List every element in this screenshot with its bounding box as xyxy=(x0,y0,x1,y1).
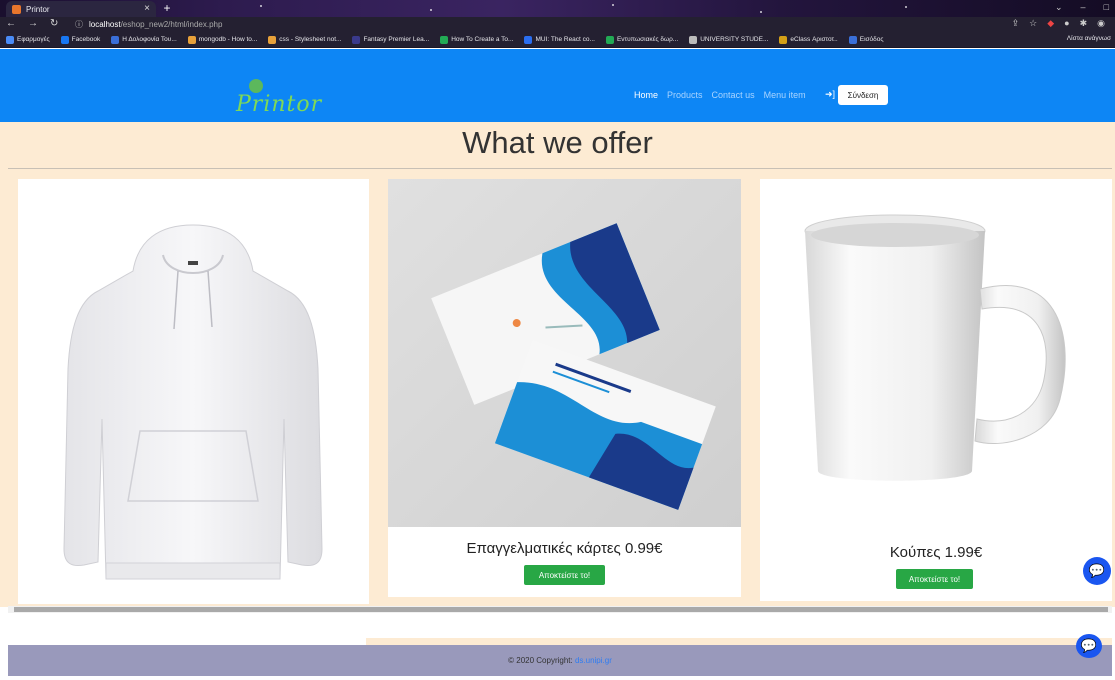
page-title: What we offer xyxy=(462,125,653,160)
site-footer: © 2020 Copyright: ds.unipi.gr xyxy=(8,645,1112,676)
back-icon[interactable]: ← xyxy=(6,18,16,29)
bookmark-favicon-icon xyxy=(440,35,449,44)
browser-tab-strip: Printor × + ⌄ – □ xyxy=(0,0,1115,17)
heading-divider xyxy=(8,168,1112,169)
bookmark-favicon-icon xyxy=(689,35,698,44)
bookmark-star-icon[interactable]: ☆ xyxy=(1029,18,1037,29)
product-card-business-cards[interactable]: Επαγγελματικές κάρτες 0.99€ Αποκτείστε τ… xyxy=(388,179,741,597)
main-menu: Home Products Contact us Menu item xyxy=(634,90,806,100)
bookmark-item[interactable]: eClass Αριστοτ.. xyxy=(779,35,838,44)
bookmarks-bar: Εφαρμογές Facebook Η Δολοφονία Του... mongo… xyxy=(0,32,1115,48)
bookmark-label: css - Stylesheet not... xyxy=(279,36,342,43)
footer-link[interactable]: ds.unipi.gr xyxy=(575,656,612,665)
product-card-hoodie[interactable] xyxy=(18,179,369,604)
bookmark-label: Εφαρμογές xyxy=(17,36,50,43)
bookmark-item[interactable]: Εφαρμογές xyxy=(6,35,50,44)
new-tab-icon[interactable]: + xyxy=(160,2,174,15)
minimize-icon[interactable]: – xyxy=(1081,2,1086,13)
login-icon: ➜] xyxy=(825,89,836,99)
bookmark-label: eClass Αριστοτ.. xyxy=(790,36,838,43)
bookmark-item[interactable]: UNIVERSITY STUDE... xyxy=(689,35,769,44)
url-field[interactable]: ⓘ localhost/eshop_new2/html/index.php xyxy=(75,19,222,30)
bookmark-favicon-icon xyxy=(111,35,120,44)
copyright-text: © 2020 Copyright: xyxy=(508,656,575,665)
get-mug-button[interactable]: Αποκτείστε το! xyxy=(896,569,973,589)
puzzle-icon[interactable]: ✱ xyxy=(1080,18,1088,29)
url-host: localhost xyxy=(89,20,121,29)
chat-widget-icon[interactable]: 💬 xyxy=(1083,557,1111,585)
bookmark-favicon-icon xyxy=(848,35,857,44)
printor-favicon-icon xyxy=(12,5,21,14)
bookmark-item[interactable]: Εντυπωσιακές δωρ... xyxy=(605,35,679,44)
maximize-icon[interactable]: □ xyxy=(1104,2,1109,13)
profile-icon[interactable]: ◉ xyxy=(1097,18,1105,29)
bookmark-item[interactable]: css - Stylesheet not... xyxy=(268,35,342,44)
bookmark-label: How To Create a To... xyxy=(451,36,514,43)
tab-title: Printor xyxy=(26,4,50,14)
extension-icon[interactable]: ◆ xyxy=(1047,18,1054,29)
bookmark-item[interactable]: How To Create a To... xyxy=(440,35,514,44)
scrollbar-thumb[interactable] xyxy=(14,607,1108,612)
menu-item-products[interactable]: Products xyxy=(667,90,703,100)
bookmark-item[interactable]: Facebook xyxy=(60,35,101,44)
mug-image xyxy=(804,214,1066,481)
reload-icon[interactable]: ↻ xyxy=(50,18,58,29)
get-business-cards-button[interactable]: Αποκτείστε το! xyxy=(524,565,605,585)
card-title: Επαγγελματικές κάρτες 0.99€ xyxy=(466,540,663,557)
address-bar: ← → ↻ ⓘ localhost/eshop_new2/html/index.p… xyxy=(0,17,1115,32)
bookmark-item[interactable]: Fantasy Premier Lea... xyxy=(352,35,430,44)
site-info-icon[interactable]: ⓘ xyxy=(75,20,83,29)
bookmark-item[interactable]: Εισόδος xyxy=(848,35,884,44)
url-path: /eshop_new2/html/index.php xyxy=(120,20,223,29)
extension-icon[interactable]: ● xyxy=(1064,18,1069,29)
bookmark-label: Εισόδος xyxy=(859,36,884,43)
bookmark-label: Εντυπωσιακές δωρ... xyxy=(616,36,679,43)
extensions-area: ⇪ ☆ ◆ ● ✱ ◉ xyxy=(1012,18,1105,29)
window-controls: ⌄ – □ xyxy=(1055,2,1109,13)
bookmark-item[interactable]: mongodb - How to... xyxy=(187,35,258,44)
login-button[interactable]: Σύνδεση xyxy=(838,85,888,105)
logo-leaf-icon xyxy=(249,79,263,93)
horizontal-scrollbar[interactable] xyxy=(8,606,1112,613)
close-tab-icon[interactable]: × xyxy=(144,3,150,14)
bookmark-item[interactable]: MUI: The React co... xyxy=(524,35,595,44)
bookmark-favicon-icon xyxy=(187,35,196,44)
browser-tab[interactable]: Printor × xyxy=(6,1,156,17)
chat-widget-icon[interactable]: 💬 xyxy=(1076,634,1102,658)
share-icon[interactable]: ⇪ xyxy=(1012,18,1020,29)
bookmark-favicon-icon xyxy=(352,35,361,44)
bookmark-favicon-icon xyxy=(60,35,69,44)
site-navbar xyxy=(0,49,1115,122)
card-title: Κούπες 1.99€ xyxy=(889,544,983,561)
bookmark-label: UNIVERSITY STUDE... xyxy=(700,36,769,43)
menu-item-contact[interactable]: Contact us xyxy=(712,90,755,100)
tab-search-icon[interactable]: ⌄ xyxy=(1055,2,1063,13)
business-cards-image xyxy=(388,179,741,527)
product-card-mug[interactable]: Κούπες 1.99€ Αποκτείστε το! xyxy=(760,179,1112,601)
site-logo[interactable]: Printor xyxy=(236,92,322,117)
bookmark-favicon-icon xyxy=(779,35,788,44)
bookmark-label: Fantasy Premier Lea... xyxy=(363,36,430,43)
reading-list-button[interactable]: Λίστα ανάγνωσ xyxy=(1067,35,1111,42)
menu-item-misc[interactable]: Menu item xyxy=(764,90,806,100)
bookmark-favicon-icon xyxy=(605,35,614,44)
bookmark-favicon-icon xyxy=(524,35,533,44)
bookmark-label: Facebook xyxy=(71,36,101,43)
menu-item-home[interactable]: Home xyxy=(634,90,658,100)
bookmark-label: mongodb - How to... xyxy=(198,36,258,43)
hoodie-image xyxy=(63,224,323,580)
bookmark-favicon-icon xyxy=(6,35,14,44)
bookmark-favicon-icon xyxy=(268,35,277,44)
bookmark-label: MUI: The React co... xyxy=(535,36,595,43)
bookmark-label: Η Δολοφονία Του... xyxy=(122,36,177,43)
bookmark-item[interactable]: Η Δολοφονία Του... xyxy=(111,35,177,44)
forward-icon[interactable]: → xyxy=(28,18,38,29)
